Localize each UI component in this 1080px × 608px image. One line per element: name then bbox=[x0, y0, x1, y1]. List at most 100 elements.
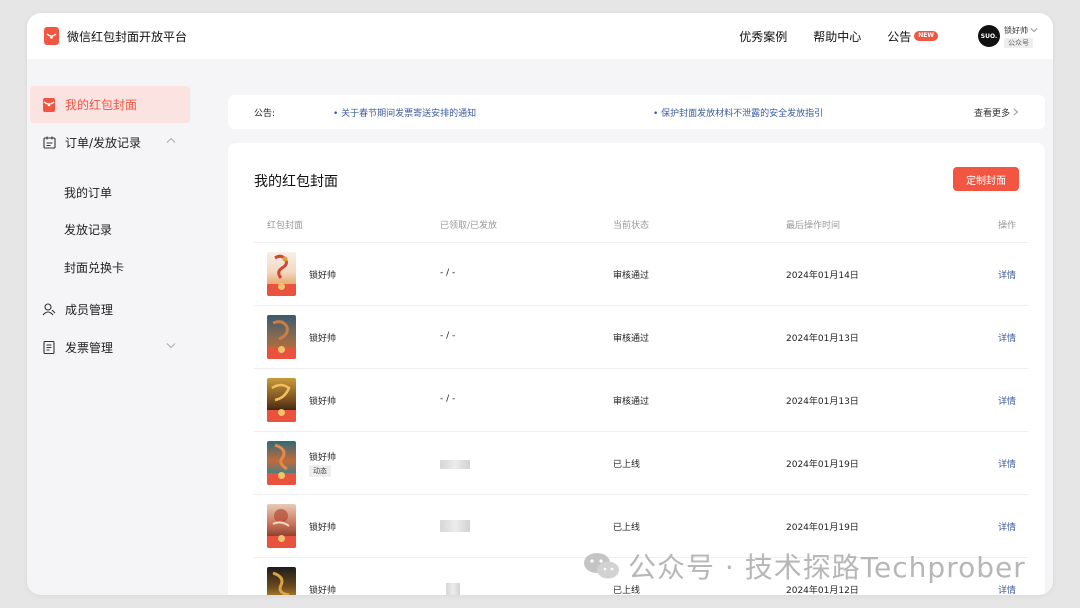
calendar-icon bbox=[42, 136, 56, 150]
wechat-icon bbox=[584, 553, 619, 579]
sidebar-item-my-covers[interactable]: 我的红包封面 bbox=[30, 86, 190, 123]
cover-name: 锁好帅 bbox=[309, 523, 337, 533]
app-window: 微信红包封面开放平台 优秀案例 帮助中心 公告 NEW SUO. 锁好帅 公众号 bbox=[27, 13, 1053, 595]
notice-item-text: 关于春节期间发票寄送安排的通知 bbox=[341, 108, 477, 119]
sidebar-item-members[interactable]: 成员管理 bbox=[30, 291, 190, 328]
status-text: 审核通过 bbox=[613, 271, 650, 281]
cover-name: 锁好帅 bbox=[309, 271, 337, 281]
cover-name: 锁好帅 bbox=[309, 397, 337, 407]
blurred-count bbox=[440, 460, 470, 469]
sidebar-item-cover-exchange-card[interactable]: 封面兑换卡 bbox=[64, 258, 124, 278]
invoice-icon bbox=[42, 341, 56, 355]
cover-thumbnail[interactable] bbox=[267, 378, 296, 422]
sidebar-item-my-orders[interactable]: 我的订单 bbox=[64, 183, 112, 203]
sidebar-item-label: 成员管理 bbox=[65, 303, 114, 317]
user-name: 锁好帅 bbox=[1004, 25, 1028, 35]
last-op-time: 2024年01月13日 bbox=[786, 334, 859, 344]
detail-link[interactable]: 详情 bbox=[998, 394, 1016, 407]
column-header: 最后操作时间 bbox=[786, 221, 841, 231]
watermark: 公众号 · 技术探路Techprober bbox=[582, 546, 1026, 586]
notice-more-link[interactable]: 查看更多 bbox=[974, 106, 1019, 119]
claimed-count: - / - bbox=[440, 394, 456, 404]
last-op-time: 2024年01月19日 bbox=[786, 523, 859, 533]
last-op-time: 2024年01月19日 bbox=[786, 460, 859, 470]
blurred-count bbox=[440, 520, 470, 532]
sidebar: 我的红包封面 订单/发放记录 我的订单 发放记录 封面兑换卡 成员管理 发票管理 bbox=[27, 59, 200, 595]
cover-name: 锁好帅 bbox=[309, 586, 337, 595]
detail-link[interactable]: 详情 bbox=[998, 520, 1016, 533]
status-text: 审核通过 bbox=[613, 334, 650, 344]
cover-name: 锁好帅 bbox=[309, 453, 337, 463]
last-op-time: 2024年01月13日 bbox=[786, 397, 859, 407]
envelope-seal bbox=[278, 409, 285, 416]
status-text: 已上线 bbox=[613, 460, 641, 470]
column-header: 已领取/已发放 bbox=[440, 221, 498, 231]
dragon-illustration bbox=[272, 571, 290, 595]
new-badge: NEW bbox=[914, 31, 938, 41]
chevron-up-icon bbox=[166, 137, 176, 143]
table-row: 锁好帅 - / - 审核通过 2024年01月14日 详情 bbox=[254, 243, 1028, 306]
last-op-time: 2024年01月14日 bbox=[786, 271, 859, 281]
sidebar-item-label: 我的红包封面 bbox=[65, 98, 138, 112]
dragon-illustration bbox=[274, 443, 288, 471]
sidebar-item-invoices[interactable]: 发票管理 bbox=[30, 329, 190, 366]
brand-name: 微信红包封面开放平台 bbox=[67, 29, 188, 44]
notice-item[interactable]: • 保护封面发放材料不泄露的安全发放指引 bbox=[653, 106, 823, 119]
red-envelope-logo-icon bbox=[44, 27, 59, 45]
nav-announcement[interactable]: 公告 NEW bbox=[887, 28, 938, 45]
chevron-down-icon bbox=[166, 343, 176, 349]
sidebar-item-distribution-records[interactable]: 发放记录 bbox=[64, 220, 112, 240]
claimed-count: - / - bbox=[440, 331, 456, 341]
watermark-text: 公众号 · 技术探路Techprober bbox=[628, 551, 1026, 584]
notice-label: 公告: bbox=[254, 108, 276, 119]
sidebar-item-label: 订单/发放记录 bbox=[65, 136, 142, 150]
user-name-row: 锁好帅 bbox=[1004, 25, 1038, 36]
detail-link[interactable]: 详情 bbox=[998, 457, 1016, 470]
envelope-seal bbox=[278, 472, 285, 479]
table-row: 锁好帅 - / - 审核通过 2024年01月13日 详情 bbox=[254, 369, 1028, 432]
column-header: 红包封面 bbox=[267, 221, 304, 231]
nav-showcase[interactable]: 优秀案例 bbox=[739, 28, 787, 45]
notice-bar: 公告: • 关于春节期间发票寄送安排的通知 • 保护封面发放材料不泄露的安全发放… bbox=[228, 95, 1045, 129]
detail-link[interactable]: 详情 bbox=[998, 268, 1016, 281]
nav-announcement-label: 公告 bbox=[887, 29, 912, 44]
member-icon bbox=[42, 303, 56, 317]
avatar: SUO. bbox=[978, 25, 1000, 47]
top-bar: 微信红包封面开放平台 优秀案例 帮助中心 公告 NEW SUO. 锁好帅 公众号 bbox=[27, 13, 1053, 59]
cover-thumbnail[interactable] bbox=[267, 567, 296, 595]
cover-thumbnail[interactable] bbox=[267, 315, 296, 359]
create-cover-button[interactable]: 定制封面 bbox=[953, 167, 1019, 191]
top-nav: 优秀案例 帮助中心 公告 NEW SUO. 锁好帅 公众号 bbox=[739, 13, 1053, 59]
red-envelope-icon bbox=[42, 97, 56, 112]
envelope-seal bbox=[278, 535, 285, 542]
table-row: 锁好帅 动态 已上线 2024年01月19日 详情 bbox=[254, 432, 1028, 495]
status-text: 已上线 bbox=[613, 523, 641, 533]
dragon-illustration bbox=[272, 509, 290, 527]
nav-help-center[interactable]: 帮助中心 bbox=[813, 28, 861, 45]
column-header: 当前状态 bbox=[613, 221, 650, 231]
envelope-seal bbox=[278, 283, 285, 290]
blurred-count bbox=[446, 583, 460, 595]
cover-thumbnail[interactable] bbox=[267, 504, 296, 548]
user-info: 锁好帅 公众号 bbox=[1004, 25, 1038, 48]
table-header: 红包封面 已领取/已发放 当前状态 最后操作时间 操作 bbox=[254, 216, 1028, 243]
chevron-down-icon bbox=[1030, 28, 1038, 33]
cover-thumbnail[interactable] bbox=[267, 252, 296, 296]
dynamic-tag: 动态 bbox=[309, 465, 331, 477]
user-type-tag: 公众号 bbox=[1004, 37, 1033, 48]
cover-name: 锁好帅 bbox=[309, 334, 337, 344]
dragon-illustration bbox=[271, 383, 291, 402]
notice-item[interactable]: • 关于春节期间发票寄送安排的通知 bbox=[333, 106, 476, 119]
detail-link[interactable]: 详情 bbox=[998, 331, 1016, 344]
sidebar-item-label: 发票管理 bbox=[65, 341, 114, 355]
notice-more-label: 查看更多 bbox=[973, 108, 1010, 119]
brand[interactable]: 微信红包封面开放平台 bbox=[44, 27, 187, 45]
sidebar-item-orders[interactable]: 订单/发放记录 bbox=[30, 124, 190, 161]
dragon-illustration bbox=[272, 320, 289, 341]
dragon-illustration bbox=[274, 254, 288, 279]
user-menu[interactable]: SUO. 锁好帅 公众号 bbox=[978, 25, 1038, 48]
claimed-count: - / - bbox=[440, 268, 456, 278]
envelope-seal bbox=[278, 346, 285, 353]
status-text: 审核通过 bbox=[613, 397, 650, 407]
cover-thumbnail[interactable] bbox=[267, 441, 296, 485]
